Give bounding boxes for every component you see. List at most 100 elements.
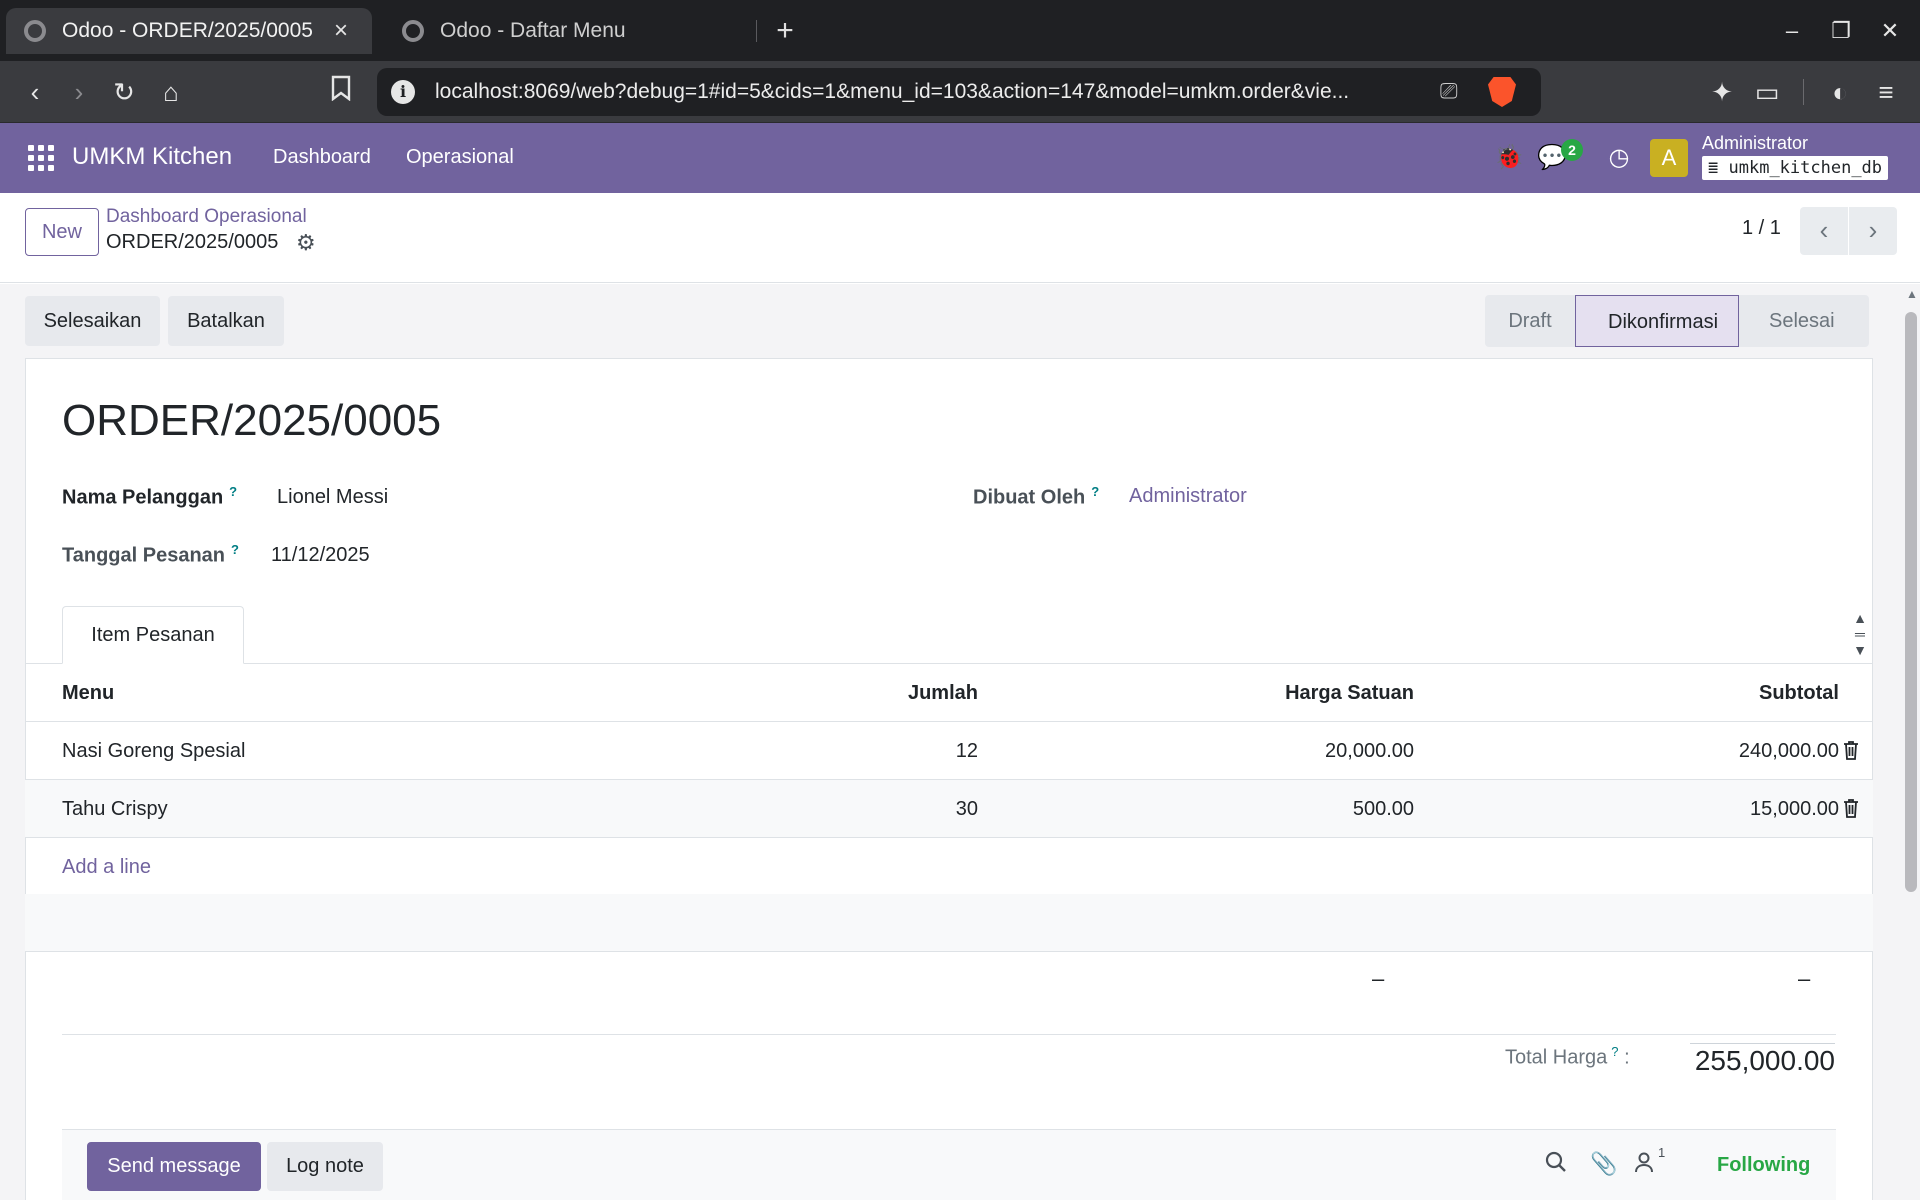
cell-menu[interactable]: Nasi Goreng Spesial bbox=[62, 722, 245, 780]
cancel-order-button[interactable]: Batalkan bbox=[168, 296, 284, 346]
minimize-icon[interactable]: – bbox=[1775, 14, 1809, 48]
table-header-row: Menu Jumlah Harga Satuan Subtotal bbox=[25, 664, 1873, 722]
window-close-icon[interactable]: ✕ bbox=[1873, 14, 1907, 48]
brave-shields-icon[interactable] bbox=[1488, 77, 1516, 107]
send-message-button[interactable]: Send message bbox=[87, 1142, 261, 1191]
back-icon[interactable]: ‹ bbox=[16, 73, 54, 111]
scrollbar-thumb[interactable] bbox=[1905, 312, 1917, 892]
browser-tab-active[interactable]: Odoo - ORDER/2025/0005 × bbox=[6, 8, 372, 54]
cell-price[interactable]: 20,000.00 bbox=[1325, 722, 1414, 780]
home-icon[interactable]: ⌂ bbox=[152, 73, 190, 111]
customer-label: Nama Pelanggan? bbox=[62, 484, 238, 509]
help-tooltip-icon[interactable]: ? bbox=[229, 484, 237, 499]
sidebar-icon[interactable]: ▭ bbox=[1748, 73, 1786, 111]
extensions-icon[interactable]: ✦ bbox=[1703, 73, 1741, 111]
followers-count: 1 bbox=[1658, 1145, 1666, 1160]
stage-confirmed[interactable]: Dikonfirmasi bbox=[1575, 295, 1739, 347]
help-tooltip-icon[interactable]: ? bbox=[1611, 1044, 1618, 1059]
activity-clock-icon[interactable]: ◷ bbox=[1603, 142, 1635, 174]
avatar[interactable]: A bbox=[1650, 139, 1688, 177]
total-label: Total Harga? : bbox=[1505, 1044, 1630, 1069]
pager-previous-button[interactable]: ‹ bbox=[1800, 207, 1848, 255]
help-tooltip-icon[interactable]: ? bbox=[231, 542, 239, 557]
cell-menu[interactable]: Tahu Crispy bbox=[62, 780, 168, 838]
total-value: 255,000.00 bbox=[1694, 1045, 1835, 1076]
following-button[interactable]: Following bbox=[1717, 1154, 1810, 1177]
stage-done[interactable]: Selesai bbox=[1739, 295, 1869, 347]
paperclip-icon[interactable]: 📎 bbox=[1590, 1151, 1617, 1177]
new-tab-plus-icon[interactable]: + bbox=[768, 14, 802, 48]
odoo-navbar: UMKM Kitchen Dashboard Operasional 🐞 💬 2… bbox=[0, 123, 1920, 193]
user-name[interactable]: Administrator bbox=[1702, 133, 1808, 154]
table-scroll-arrows-icon[interactable]: ▲ ═ ▼ bbox=[1850, 610, 1870, 658]
odoo-favicon-icon bbox=[24, 20, 46, 42]
apps-grid-icon[interactable] bbox=[28, 145, 54, 171]
breadcrumb-current: ORDER/2025/0005 bbox=[106, 231, 279, 253]
table-row[interactable]: Nasi Goreng Spesial 12 20,000.00 240,000… bbox=[25, 722, 1873, 780]
app-name[interactable]: UMKM Kitchen bbox=[72, 143, 232, 171]
odoo-favicon-icon bbox=[402, 20, 424, 42]
browser-toolbar: ‹ › ↻ ⌂ i localhost:8069/web?debug=1#id=… bbox=[0, 61, 1920, 123]
database-name: ≣ umkm_kitchen_db bbox=[1702, 156, 1889, 180]
messages-count-badge: 2 bbox=[1561, 139, 1583, 161]
tab-item-pesanan[interactable]: Item Pesanan bbox=[62, 606, 244, 664]
column-header-subtotal[interactable]: Subtotal bbox=[1759, 664, 1839, 722]
address-bar[interactable]: i localhost:8069/web?debug=1#id=5&cids=1… bbox=[377, 68, 1541, 116]
breadcrumb-parent[interactable]: Dashboard Operasional bbox=[106, 206, 307, 228]
cell-subtotal: 15,000.00 bbox=[1750, 798, 1839, 820]
order-date-label: Tanggal Pesanan? bbox=[62, 542, 239, 567]
cell-qty[interactable]: 30 bbox=[956, 780, 978, 838]
column-header-menu[interactable]: Menu bbox=[62, 664, 114, 722]
finish-button[interactable]: Selesaikan bbox=[25, 296, 160, 346]
vpn-icon[interactable]: ◐ bbox=[1821, 73, 1859, 111]
created-by-link[interactable]: Administrator bbox=[1129, 485, 1247, 508]
close-icon[interactable]: × bbox=[328, 17, 354, 45]
toolbar-divider bbox=[1803, 79, 1804, 105]
gear-icon[interactable]: ⚙ bbox=[296, 230, 316, 256]
column-header-qty[interactable]: Jumlah bbox=[908, 664, 978, 722]
browser-tab[interactable]: Odoo - Daftar Menu bbox=[384, 8, 754, 54]
cell-qty[interactable]: 12 bbox=[956, 722, 978, 780]
cell-price[interactable]: 500.00 bbox=[1353, 780, 1414, 838]
browser-tab-title: Odoo - Daftar Menu bbox=[440, 19, 626, 42]
forward-icon[interactable]: › bbox=[60, 73, 98, 111]
new-button[interactable]: New bbox=[25, 208, 99, 256]
footer-price-sum: – bbox=[1372, 966, 1385, 991]
trash-icon[interactable] bbox=[1843, 798, 1859, 818]
search-icon[interactable] bbox=[1545, 1151, 1567, 1179]
tab-divider bbox=[756, 20, 757, 42]
menu-dashboard[interactable]: Dashboard bbox=[273, 146, 371, 169]
help-tooltip-icon[interactable]: ? bbox=[1091, 484, 1099, 499]
debug-bug-icon[interactable]: 🐞 bbox=[1493, 142, 1525, 174]
trash-icon[interactable] bbox=[1843, 740, 1859, 760]
footer-subtotal-sum: – bbox=[1798, 966, 1811, 991]
control-panel: New Dashboard Operasional ORDER/2025/000… bbox=[0, 193, 1920, 283]
install-app-icon[interactable]: ⎚ bbox=[1440, 78, 1458, 104]
site-info-icon[interactable]: i bbox=[391, 80, 415, 104]
customer-field[interactable]: Lionel Messi bbox=[277, 486, 388, 509]
record-title: ORDER/2025/0005 bbox=[62, 396, 442, 445]
url-text[interactable]: localhost:8069/web?debug=1#id=5&cids=1&m… bbox=[435, 80, 1435, 104]
browser-tab-bar: Odoo - ORDER/2025/0005 × Odoo - Daftar M… bbox=[0, 0, 1920, 61]
column-header-price[interactable]: Harga Satuan bbox=[1285, 664, 1414, 722]
reload-icon[interactable]: ↻ bbox=[105, 73, 143, 111]
empty-table-row bbox=[25, 894, 1873, 952]
menu-icon[interactable]: ≡ bbox=[1867, 73, 1905, 111]
followers-icon[interactable]: 1 bbox=[1634, 1145, 1665, 1179]
add-line-link[interactable]: Add a line bbox=[62, 838, 151, 896]
restore-icon[interactable]: ❐ bbox=[1824, 14, 1858, 48]
order-date-field[interactable]: 11/12/2025 bbox=[271, 544, 370, 567]
created-by-label: Dibuat Oleh? bbox=[973, 484, 1100, 509]
cell-subtotal: 240,000.00 bbox=[1738, 740, 1839, 762]
table-row[interactable]: Tahu Crispy 30 500.00 15,000.00 bbox=[25, 780, 1873, 838]
browser-tab-title: Odoo - ORDER/2025/0005 bbox=[62, 19, 313, 42]
pager-next-button[interactable]: › bbox=[1849, 207, 1897, 255]
status-bar: Draft Dikonfirmasi Selesai bbox=[1485, 295, 1869, 347]
pager-value[interactable]: 1 / 1 bbox=[1742, 217, 1781, 240]
stage-draft[interactable]: Draft bbox=[1485, 295, 1575, 347]
database-label: umkm_kitchen_db bbox=[1728, 158, 1883, 178]
menu-operasional[interactable]: Operasional bbox=[406, 146, 514, 169]
scroll-up-icon[interactable]: ▲ bbox=[1905, 288, 1919, 300]
bookmark-icon[interactable] bbox=[322, 73, 360, 111]
log-note-button[interactable]: Log note bbox=[267, 1142, 383, 1191]
